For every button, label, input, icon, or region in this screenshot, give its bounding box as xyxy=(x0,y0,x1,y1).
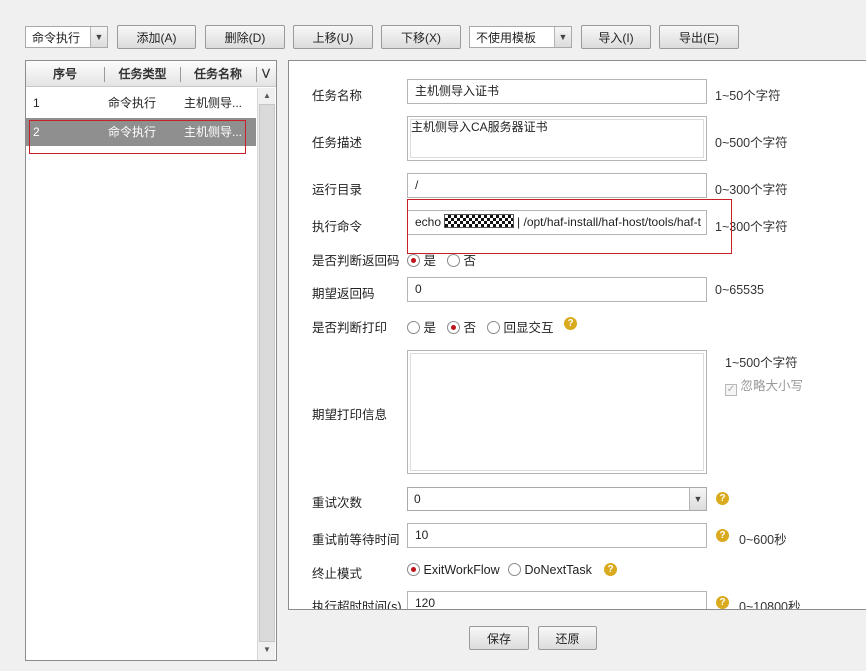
chevron-down-icon[interactable]: ▼ xyxy=(90,27,107,47)
selected-row-highlight xyxy=(29,120,246,154)
radio-icon[interactable] xyxy=(508,563,521,576)
radio-icon[interactable] xyxy=(407,321,420,334)
retry-count-value: 0 xyxy=(414,492,421,506)
stop-mode-label: 终止模式 xyxy=(312,567,363,581)
column-header-type[interactable]: 任务类型 xyxy=(105,61,180,87)
retry-wait-input[interactable]: 10 xyxy=(407,523,707,548)
check-print-interactive-option[interactable]: 回显交互 xyxy=(487,317,554,336)
exec-cmd-label: 执行命令 xyxy=(312,220,363,234)
retry-count-select[interactable]: 0 ▼ xyxy=(407,487,707,511)
expected-return-input[interactable]: 0 xyxy=(407,277,707,302)
stop-mode-exit-label: ExitWorkFlow xyxy=(423,563,500,577)
radio-icon[interactable] xyxy=(447,254,460,267)
column-header-name[interactable]: 任务名称 xyxy=(181,61,255,87)
check-print-no-label: 否 xyxy=(463,321,476,335)
delete-button[interactable]: 删除(D) xyxy=(205,25,285,49)
check-return-no-label: 否 xyxy=(463,254,476,268)
task-type-select-value: 命令执行 xyxy=(32,30,81,45)
expected-print-textarea[interactable] xyxy=(407,350,707,474)
check-print-interactive-label: 回显交互 xyxy=(503,321,554,335)
timeout-row-clip: 执行超时时间(s) 120 ? 0~10800秒 xyxy=(289,588,865,609)
stop-mode-next-label: DoNextTask xyxy=(524,563,592,577)
radio-selected-icon[interactable] xyxy=(407,254,420,267)
task-list-scrollbar[interactable]: ▲ ▼ xyxy=(257,88,275,660)
radio-icon[interactable] xyxy=(487,321,500,334)
task-type-select[interactable]: 命令执行 ▼ xyxy=(25,26,108,48)
expected-return-label: 期望返回码 xyxy=(312,287,375,301)
exec-timeout-input[interactable]: 120 xyxy=(407,591,707,609)
retry-wait-hint: 0~600秒 xyxy=(739,533,787,547)
stop-mode-next-option[interactable]: DoNextTask xyxy=(508,563,592,577)
run-dir-label: 运行目录 xyxy=(312,183,363,197)
stop-mode-exit-option[interactable]: ExitWorkFlow xyxy=(407,563,500,577)
run-dir-hint: 0~300个字符 xyxy=(715,183,788,197)
template-select[interactable]: 不使用模板 ▼ xyxy=(469,26,572,48)
task-desc-label: 任务描述 xyxy=(312,136,363,150)
check-return-label: 是否判断返回码 xyxy=(312,254,400,268)
add-button[interactable]: 添加(A) xyxy=(117,25,196,49)
row-name: 主机侧导... xyxy=(184,96,243,110)
restore-button[interactable]: 还原 xyxy=(538,626,597,650)
check-return-yes-label: 是 xyxy=(423,254,436,268)
task-desc-hint: 0~500个字符 xyxy=(715,136,788,150)
column-header-index[interactable]: 序号 xyxy=(26,61,104,87)
radio-selected-icon[interactable] xyxy=(407,563,420,576)
template-select-value: 不使用模板 xyxy=(476,30,537,45)
move-up-button[interactable]: 上移(U) xyxy=(293,25,373,49)
expected-print-label: 期望打印信息 xyxy=(312,408,388,422)
run-dir-input[interactable]: / xyxy=(407,173,707,198)
ignore-case-label: 忽略大小写 xyxy=(740,379,803,393)
check-print-no-option[interactable]: 否 xyxy=(447,317,476,336)
import-button[interactable]: 导入(I) xyxy=(581,25,651,49)
check-print-yes-label: 是 xyxy=(423,321,436,335)
retry-wait-label: 重试前等待时间 xyxy=(312,533,400,547)
scroll-down-icon[interactable]: ▼ xyxy=(258,642,276,658)
column-menu-icon[interactable]: ⋁ xyxy=(257,61,275,87)
help-icon[interactable]: ? xyxy=(564,317,577,330)
help-icon[interactable]: ? xyxy=(716,492,729,505)
row-type: 命令执行 xyxy=(108,96,157,110)
check-print-label: 是否判断打印 xyxy=(312,321,388,335)
retry-count-label: 重试次数 xyxy=(312,496,363,510)
scrollbar-thumb[interactable] xyxy=(259,104,275,642)
chevron-down-icon[interactable]: ▼ xyxy=(554,27,571,47)
checkbox-checked-icon[interactable]: ✓ xyxy=(725,384,737,396)
help-icon[interactable]: ? xyxy=(604,563,617,576)
exec-cmd-highlight xyxy=(407,199,732,254)
exec-timeout-label: 执行超时时间(s) xyxy=(312,600,402,609)
check-print-yes-option[interactable]: 是 xyxy=(407,317,436,336)
task-name-hint: 1~50个字符 xyxy=(715,89,781,103)
scroll-up-icon[interactable]: ▲ xyxy=(258,88,276,104)
table-row[interactable]: 1 命令执行 主机侧导... xyxy=(26,89,256,117)
help-icon[interactable]: ? xyxy=(716,529,729,542)
help-icon[interactable]: ? xyxy=(716,596,729,609)
expected-return-hint: 0~65535 xyxy=(715,283,765,297)
check-return-no-option[interactable]: 否 xyxy=(447,250,476,269)
radio-selected-icon[interactable] xyxy=(447,321,460,334)
row-index: 1 xyxy=(33,96,40,110)
check-return-yes-option[interactable]: 是 xyxy=(407,250,436,269)
exec-timeout-hint: 0~10800秒 xyxy=(739,600,801,609)
export-button[interactable]: 导出(E) xyxy=(659,25,739,49)
task-desc-textarea[interactable]: 主机侧导入CA服务器证书 xyxy=(407,116,707,161)
save-button[interactable]: 保存 xyxy=(469,626,529,650)
task-list-header: 序号 任务类型 任务名称 ⋁ xyxy=(26,61,276,87)
task-name-input[interactable]: 主机侧导入证书 xyxy=(407,79,707,104)
expected-print-hint: 1~500个字符 xyxy=(725,356,798,370)
move-down-button[interactable]: 下移(X) xyxy=(381,25,461,49)
task-name-label: 任务名称 xyxy=(312,89,363,103)
chevron-down-icon[interactable]: ▼ xyxy=(689,488,706,510)
ignore-case-option[interactable]: ✓ 忽略大小写 xyxy=(725,375,803,396)
